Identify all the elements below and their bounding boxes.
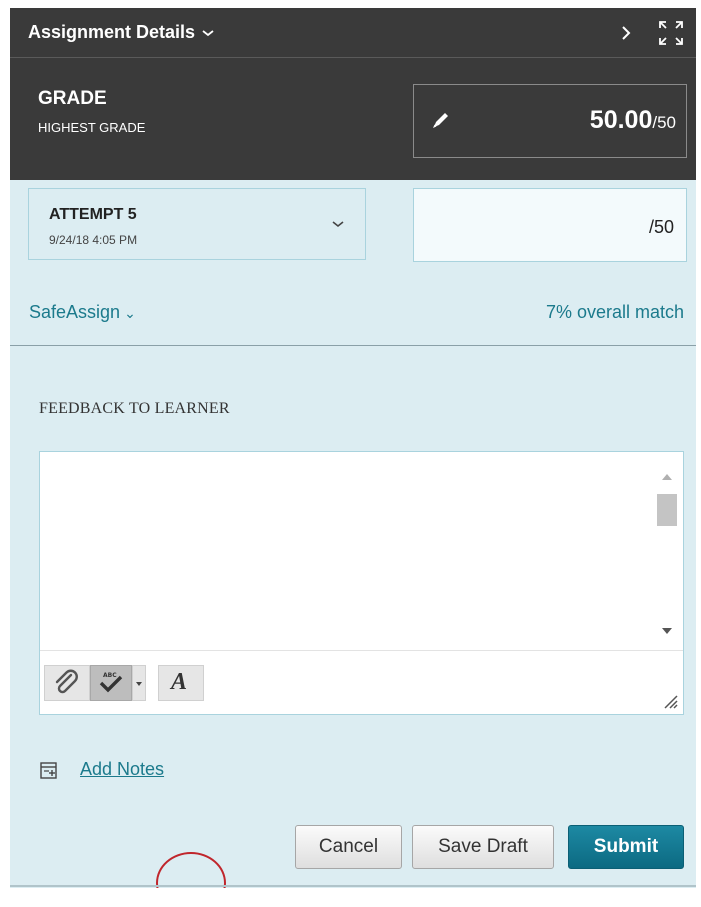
spellcheck-icon: ABC — [99, 672, 123, 693]
assignment-details-panel: Assignment Details GRADE HIGHEST GRADE 5… — [10, 8, 696, 888]
chevron-down-icon — [201, 22, 215, 43]
feedback-label: FEEDBACK TO LEARNER — [39, 400, 230, 417]
grade-score: 50.00 — [589, 106, 653, 134]
paperclip-icon — [55, 669, 78, 694]
scroll-thumb[interactable] — [657, 494, 677, 526]
chevron-down-icon: ⌄ — [124, 305, 136, 321]
safeassign-label: SafeAssign — [29, 302, 121, 322]
assignment-details-menu[interactable]: Assignment Details — [28, 22, 215, 43]
spellcheck-button[interactable]: ABC — [90, 665, 132, 701]
next-button[interactable] — [614, 16, 638, 50]
resize-handle-icon[interactable] — [662, 693, 678, 709]
svg-text:ABC: ABC — [103, 672, 117, 679]
attempt-date: 9/24/18 4:05 PM — [49, 233, 138, 247]
expand-icon — [659, 21, 683, 45]
attempt-selector[interactable]: ATTEMPT 5 9/24/18 4:05 PM — [28, 188, 366, 260]
footer-divider — [10, 885, 696, 887]
editor-toolbar: ABC A — [40, 650, 683, 888]
chevron-down-icon — [332, 221, 344, 228]
attempt-grade-input[interactable]: /50 — [413, 188, 687, 262]
text-format-icon: A — [171, 669, 188, 695]
highlight-circle — [156, 852, 226, 888]
grade-sublabel: HIGHEST GRADE — [38, 120, 146, 135]
save-draft-button[interactable]: Save Draft — [412, 825, 554, 869]
safeassign-menu[interactable]: SafeAssign ⌄ — [29, 302, 136, 323]
overall-grade-field[interactable]: 50.00/50 — [413, 84, 687, 158]
grade-label: GRADE — [38, 88, 107, 109]
attempt-title: ATTEMPT 5 — [49, 206, 137, 223]
scroll-down-arrow-icon[interactable] — [662, 628, 672, 634]
panel-header: Assignment Details — [10, 8, 696, 58]
add-notes-link[interactable]: Add Notes — [80, 759, 164, 780]
feedback-editor: ABC A — [39, 451, 684, 888]
grade-out-of: /50 — [652, 113, 676, 132]
editor-scrollbar[interactable] — [653, 456, 681, 648]
overall-grade-value: 50.00/50 — [590, 106, 676, 135]
cancel-button[interactable]: Cancel — [295, 825, 402, 869]
submit-button[interactable]: Submit — [568, 825, 684, 869]
expand-button[interactable] — [656, 18, 686, 48]
attempt-grade-out-of: /50 — [648, 217, 674, 237]
panel-title: Assignment Details — [28, 22, 196, 42]
caret-down-icon — [136, 682, 142, 686]
overall-match-link[interactable]: 7% overall match — [546, 302, 684, 323]
grade-summary: GRADE HIGHEST GRADE 50.00/50 — [10, 58, 696, 180]
add-note-icon — [40, 762, 57, 779]
attach-file-button[interactable] — [44, 665, 90, 701]
scroll-up-arrow-icon[interactable] — [662, 474, 672, 480]
spellcheck-dropdown[interactable] — [132, 665, 146, 701]
chevron-right-icon — [622, 26, 631, 40]
feedback-textarea[interactable] — [40, 452, 650, 650]
pencil-icon — [433, 113, 448, 128]
text-format-button[interactable]: A — [158, 665, 204, 701]
section-divider — [10, 345, 696, 346]
